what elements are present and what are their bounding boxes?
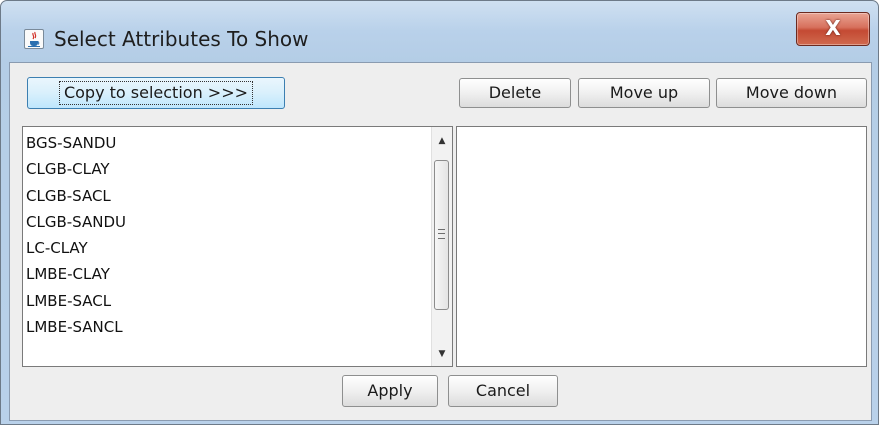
- window-title: Select Attributes To Show: [54, 27, 309, 51]
- selected-attributes-list[interactable]: [456, 126, 867, 367]
- list-item[interactable]: LMBE-SACL: [25, 288, 430, 314]
- delete-button[interactable]: Delete: [459, 78, 571, 108]
- move-up-button[interactable]: Move up: [578, 78, 710, 108]
- vertical-scrollbar[interactable]: ▲ ▼: [431, 127, 452, 366]
- list-item[interactable]: CLGB-SANDU: [25, 209, 430, 235]
- close-button[interactable]: X: [796, 12, 870, 46]
- scroll-down-arrow-icon[interactable]: ▼: [432, 344, 452, 364]
- scroll-up-arrow-icon[interactable]: ▲: [432, 131, 452, 151]
- list-item[interactable]: BGS-SANDU: [25, 130, 430, 156]
- dialog-window: Select Attributes To Show X Copy to sele…: [0, 0, 879, 425]
- dialog-content: Copy to selection >>> Delete Move up Mov…: [9, 62, 872, 421]
- available-items-container: BGS-SANDU CLGB-CLAY CLGB-SACL CLGB-SANDU LC-…: [25, 130, 430, 340]
- cancel-button[interactable]: Cancel: [448, 375, 558, 407]
- scroll-thumb[interactable]: [434, 160, 449, 310]
- list-item[interactable]: LC-CLAY: [25, 235, 430, 261]
- available-attributes-list[interactable]: BGS-SANDU CLGB-CLAY CLGB-SACL CLGB-SANDU LC-…: [22, 126, 453, 367]
- title-bar[interactable]: Select Attributes To Show X: [1, 1, 878, 63]
- apply-button[interactable]: Apply: [342, 375, 438, 407]
- list-item[interactable]: LMBE-SANCL: [25, 314, 430, 340]
- copy-to-selection-label: Copy to selection >>>: [58, 81, 254, 105]
- copy-to-selection-button[interactable]: Copy to selection >>>: [27, 77, 285, 109]
- list-item[interactable]: LMBE-CLAY: [25, 261, 430, 287]
- list-item[interactable]: CLGB-SACL: [25, 183, 430, 209]
- list-item[interactable]: CLGB-CLAY: [25, 156, 430, 182]
- move-down-button[interactable]: Move down: [716, 78, 867, 108]
- close-icon: X: [825, 16, 841, 40]
- scroll-grip-icon: [438, 229, 445, 239]
- java-cup-icon: [24, 29, 44, 49]
